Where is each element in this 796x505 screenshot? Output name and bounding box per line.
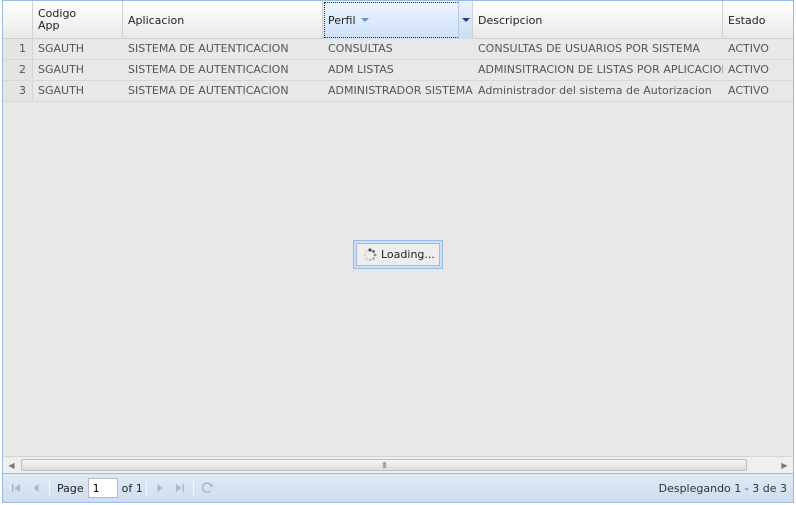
cell-perfil: ADM LISTAS (328, 63, 394, 76)
column-menu-trigger[interactable] (458, 1, 472, 39)
row-number: 3 (3, 81, 33, 101)
page-label: Page (57, 481, 84, 495)
paging-toolbar: Page of 1 Desplegando 1 - 3 de 3 (3, 473, 793, 502)
cell-estado: ACTIVO (728, 42, 769, 55)
loading-spinner-icon (363, 247, 377, 261)
toolbar-separator (49, 480, 50, 496)
grid-header: Codigo App Aplicacion Perfil Descripcion… (3, 1, 793, 39)
header-perfil-label: Perfil (328, 13, 356, 27)
header-aplicacion-label: Aplicacion (128, 13, 185, 27)
first-page-icon (12, 484, 20, 492)
row-number: 2 (3, 60, 33, 80)
toolbar-separator (192, 480, 194, 496)
cell-codigo-app: SGAUTH (38, 42, 85, 55)
cell-codigo-app: SGAUTH (38, 84, 85, 97)
last-page-button[interactable] (170, 478, 190, 498)
loading-text: Loading... (381, 248, 435, 261)
table-row[interactable]: 3 SGAUTH SISTEMA DE AUTENTICACION ADMINI… (3, 81, 793, 102)
last-page-icon (175, 484, 184, 492)
paging-display-message: Desplegando 1 - 3 de 3 (658, 482, 787, 495)
row-number: 1 (3, 39, 33, 59)
header-descripcion-label: Descripcion (478, 13, 543, 27)
table-row[interactable]: 2 SGAUTH SISTEMA DE AUTENTICACION ADM LI… (3, 60, 793, 81)
chevron-down-icon (461, 18, 470, 22)
sort-desc-icon (360, 18, 369, 22)
cell-aplicacion: SISTEMA DE AUTENTICACION (128, 42, 289, 55)
cell-descripcion: Administrador del sistema de Autorizacio… (478, 84, 712, 97)
grid-panel: Codigo App Aplicacion Perfil Descripcion… (2, 0, 794, 503)
cell-perfil: ADMINISTRADOR SISTEMA (328, 84, 473, 97)
toolbar-separator (145, 480, 147, 496)
scroll-left-button[interactable]: ◀ (3, 457, 20, 473)
cell-estado: ACTIVO (728, 84, 769, 97)
header-perfil[interactable]: Perfil (323, 1, 473, 39)
next-page-icon (157, 484, 163, 492)
header-aplicacion[interactable]: Aplicacion (123, 1, 323, 39)
header-codigo-app[interactable]: Codigo App (33, 1, 123, 39)
header-codigo-app-line2: App (38, 19, 60, 32)
header-estado-label: Estado (728, 13, 766, 27)
next-page-button[interactable] (150, 478, 170, 498)
loading-message-box: Loading... (356, 243, 440, 266)
header-rownumber (3, 1, 33, 39)
header-descripcion[interactable]: Descripcion (473, 1, 723, 39)
cell-aplicacion: SISTEMA DE AUTENTICACION (128, 84, 289, 97)
cell-descripcion: CONSULTAS DE USUARIOS POR SISTEMA (478, 42, 700, 55)
cell-aplicacion: SISTEMA DE AUTENTICACION (128, 63, 289, 76)
refresh-button[interactable] (197, 478, 217, 498)
cell-descripcion: ADMINSITRACION DE LISTAS POR APLICACION (478, 63, 723, 76)
first-page-button[interactable] (6, 478, 26, 498)
page-total-label: of 1 (121, 481, 143, 495)
cell-estado: ACTIVO (728, 63, 769, 76)
header-estado[interactable]: Estado (723, 1, 793, 39)
cell-perfil: CONSULTAS (328, 42, 393, 55)
table-row[interactable]: 1 SGAUTH SISTEMA DE AUTENTICACION CONSUL… (3, 39, 793, 60)
scroll-thumb-grip: III (381, 460, 387, 470)
scroll-thumb[interactable]: III (21, 459, 747, 471)
scroll-right-button[interactable]: ▶ (776, 457, 793, 473)
horizontal-scrollbar[interactable]: ◀ III ▶ (3, 456, 793, 473)
page-number-input[interactable] (87, 478, 118, 498)
prev-page-icon (33, 484, 39, 492)
loading-mask: Loading... (353, 240, 443, 269)
refresh-icon (201, 482, 213, 493)
prev-page-button[interactable] (26, 478, 46, 498)
cell-codigo-app: SGAUTH (38, 63, 85, 76)
